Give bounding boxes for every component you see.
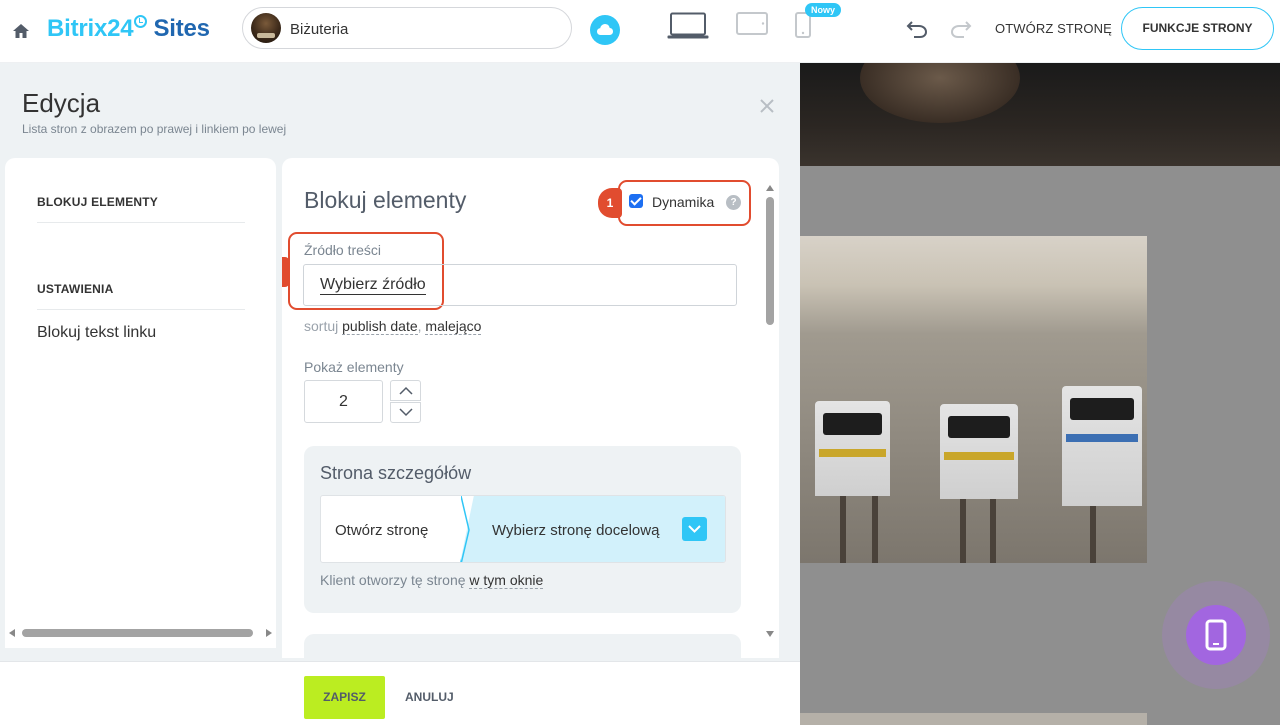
desktop-view-icon[interactable]	[667, 12, 709, 40]
home-icon[interactable]	[12, 22, 30, 40]
preview-trains-image	[800, 236, 1147, 563]
sidebar-horizontal-scrollbar[interactable]	[5, 625, 276, 641]
editor-footer: ZAPISZ ANULUJ	[0, 661, 800, 725]
tablet-view-icon[interactable]	[736, 12, 768, 36]
detail-link-row: Otwórz stronę Wybierz stronę docelową	[320, 495, 726, 563]
preview-next-image	[800, 713, 1147, 725]
scroll-left-arrow[interactable]	[9, 629, 15, 637]
new-badge: Nowy	[805, 3, 842, 17]
sidebar-item-link-text[interactable]: Blokuj tekst linku	[37, 324, 156, 342]
chevron-down-icon	[688, 525, 701, 533]
editor-panel: Edycja Lista stron z obrazem po prawej i…	[0, 63, 800, 725]
window-hint-prefix: Klient otworzy tę stronę	[320, 572, 466, 588]
detail-page-card: Strona szczegółów Otwórz stronę Wybierz …	[304, 446, 741, 613]
next-card	[304, 634, 741, 658]
sidebar-divider	[37, 222, 245, 223]
save-button[interactable]: ZAPISZ	[304, 676, 385, 719]
window-mode-link[interactable]: w tym oknie	[469, 572, 544, 589]
scroll-up-arrow[interactable]	[766, 185, 774, 191]
clock-icon	[134, 15, 148, 28]
detail-page-title: Strona szczegółów	[320, 463, 472, 483]
bitrix24-sites-logo[interactable]: Bitrix24 Sites	[47, 15, 210, 43]
count-decrement-button[interactable]	[390, 402, 421, 423]
count-input[interactable]: 2	[304, 380, 383, 423]
cloud-publish-button[interactable]	[590, 15, 620, 45]
page-features-button[interactable]: FUNKCJE STRONY	[1121, 7, 1274, 50]
target-page-dropdown-button[interactable]	[682, 517, 707, 541]
sort-prefix: sortuj	[304, 318, 339, 334]
window-hint: Klient otworzy tę stronę w tym oknie	[320, 572, 544, 589]
open-page-link[interactable]: OTWÓRZ STRONĘ	[995, 21, 1112, 36]
scroll-right-arrow[interactable]	[266, 629, 272, 637]
count-increment-button[interactable]	[390, 380, 421, 401]
sidebar-divider	[37, 309, 245, 310]
sort-field-link[interactable]: publish date	[342, 318, 418, 335]
undo-icon[interactable]	[906, 18, 928, 38]
cloud-icon	[597, 24, 613, 35]
logo-product: Sites	[153, 15, 210, 42]
scroll-down-arrow[interactable]	[766, 631, 774, 637]
editor-title: Edycja	[22, 88, 101, 118]
source-select-link[interactable]: Wybierz źródło	[320, 276, 426, 295]
mobile-icon	[1205, 619, 1227, 651]
dynamic-label[interactable]: Dynamika	[652, 194, 714, 210]
sort-order-link[interactable]: malejąco	[425, 318, 482, 335]
redo-icon[interactable]	[950, 18, 972, 38]
count-label: Pokaż elementy	[304, 359, 404, 375]
source-label: Źródło treści	[304, 242, 382, 258]
page-preview	[800, 63, 1280, 725]
target-page-selector[interactable]: Wybierz stronę docelową	[460, 496, 725, 562]
sort-line: sortuj publish date, malejąco	[304, 318, 482, 335]
chevron-up-icon	[399, 386, 413, 395]
scrollbar-thumb[interactable]	[766, 197, 774, 325]
site-name: Biżuteria	[290, 21, 349, 38]
open-page-option[interactable]: Otwórz stronę	[335, 522, 428, 539]
chevron-down-icon	[399, 408, 413, 417]
arrow-notch	[461, 496, 470, 562]
cancel-button[interactable]: ANULUJ	[405, 690, 454, 704]
close-icon[interactable]	[758, 97, 776, 115]
scrollbar-thumb[interactable]	[22, 629, 253, 637]
sort-separator: ,	[417, 318, 422, 334]
content-vertical-scrollbar[interactable]	[763, 181, 777, 641]
content-title: Blokuj elementy	[304, 187, 467, 213]
step-marker-2: 2	[282, 257, 289, 287]
help-icon[interactable]: ?	[726, 195, 741, 210]
step-marker-1: 1	[598, 188, 622, 218]
editor-content: Blokuj elementy 1 Dynamika ? 2 Źródło tr…	[282, 158, 779, 658]
sidebar-section-settings[interactable]: USTAWIENIA	[37, 282, 113, 296]
top-bar: Bitrix24 Sites Biżuteria Nowy OTWÓRZ STRO…	[0, 0, 1280, 63]
target-page-placeholder: Wybierz stronę docelową	[492, 522, 660, 539]
editor-subtitle: Lista stron z obrazem po prawej i linkie…	[22, 122, 287, 136]
site-selector[interactable]: Biżuteria	[242, 7, 572, 49]
sidebar-section-elements[interactable]: BLOKUJ ELEMENTY	[37, 195, 158, 209]
dynamic-checkbox[interactable]	[629, 194, 643, 208]
preview-hero-image	[800, 63, 1280, 166]
mobile-preview-button[interactable]	[1186, 605, 1246, 665]
logo-brand: Bitrix24	[47, 15, 134, 42]
editor-sidebar: BLOKUJ ELEMENTY USTAWIENIA Blokuj tekst …	[5, 158, 276, 648]
site-avatar	[251, 13, 281, 43]
